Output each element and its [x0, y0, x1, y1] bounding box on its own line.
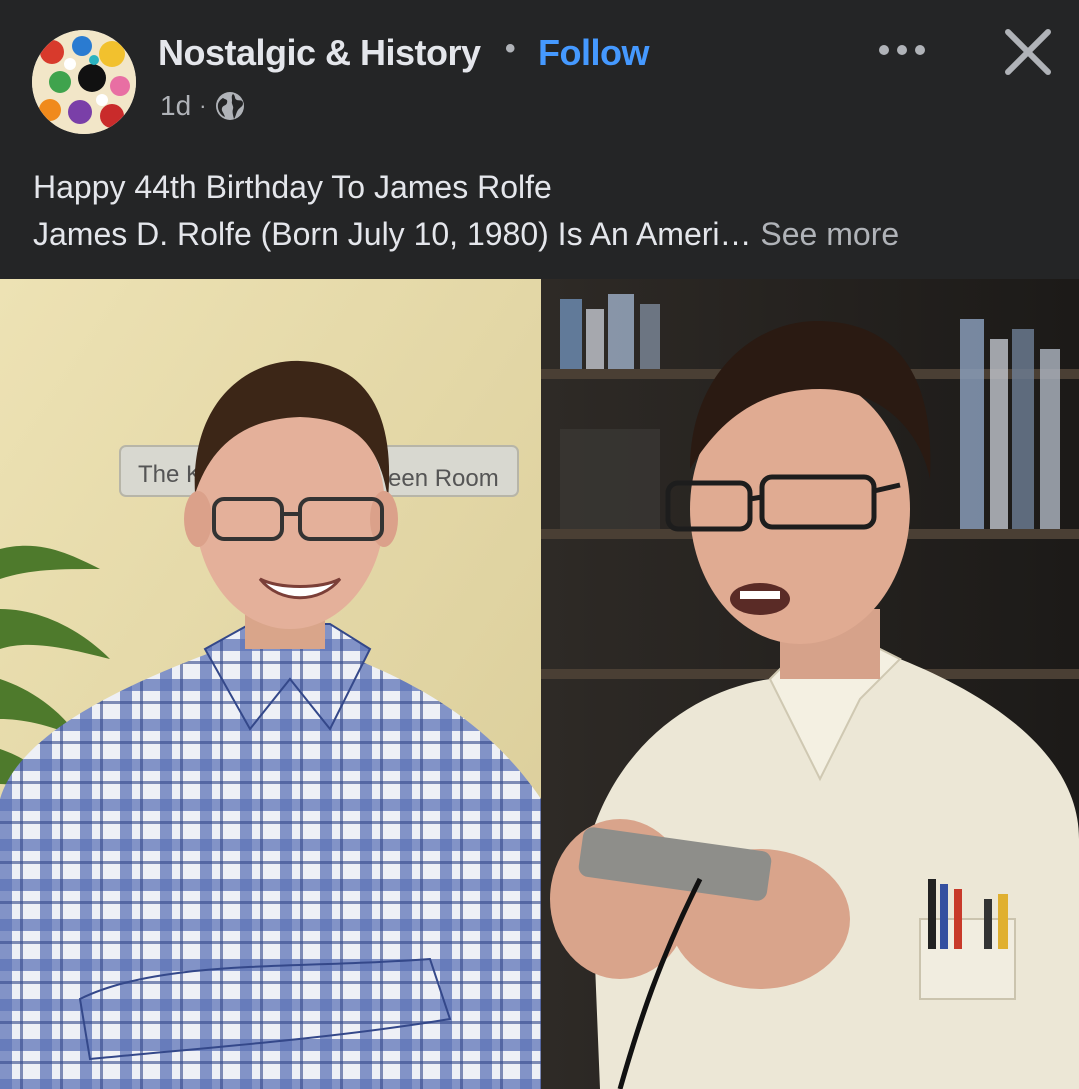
- meta-separator: ·: [199, 93, 207, 118]
- left-photo: The K een Room: [0, 279, 541, 1089]
- sign-text-left: The K: [138, 461, 202, 488]
- post-meta: 1d ·: [160, 88, 246, 124]
- globe-icon[interactable]: [214, 90, 246, 122]
- close-icon[interactable]: [998, 22, 1058, 82]
- post-header: Nostalgic & History • Follow 1d · Happy …: [0, 0, 1079, 279]
- caption-text: James D. Rolfe (Born July 10, 1980) Is A…: [33, 216, 752, 252]
- page-name-link[interactable]: Nostalgic & History: [158, 32, 481, 74]
- post-time[interactable]: 1d: [160, 90, 191, 122]
- sign-text-right: een Room: [388, 465, 499, 492]
- caption-line-2: James D. Rolfe (Born July 10, 1980) Is A…: [33, 211, 1053, 258]
- caption-line-1: Happy 44th Birthday To James Rolfe: [33, 169, 552, 205]
- more-options-icon[interactable]: [872, 30, 932, 70]
- page-avatar[interactable]: [32, 30, 136, 134]
- name-separator: •: [505, 32, 516, 65]
- post-caption: Happy 44th Birthday To James Rolfe James…: [33, 164, 1053, 258]
- post-photo[interactable]: The K een Room: [0, 279, 1079, 1089]
- follow-button[interactable]: Follow: [538, 32, 649, 74]
- right-photo: [541, 279, 1079, 1089]
- see-more-link[interactable]: See more: [760, 216, 899, 252]
